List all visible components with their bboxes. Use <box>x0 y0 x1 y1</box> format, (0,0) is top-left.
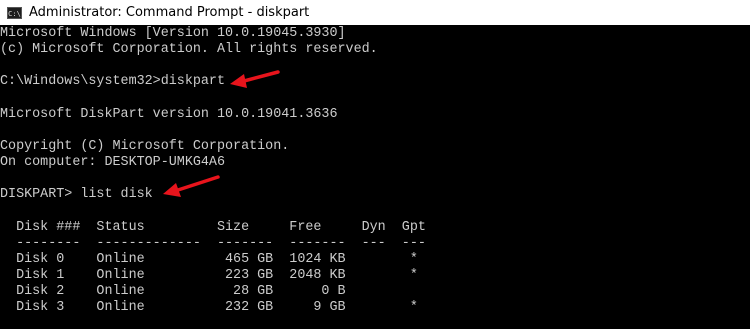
disk-table-row: Disk 2 Online 28 GB 0 B <box>0 284 346 299</box>
console-line-list-disk-command: DISKPART> list disk <box>0 187 153 202</box>
console-line-diskpart-version: Microsoft DiskPart version 10.0.19041.36… <box>0 107 338 122</box>
console-line-ms-copyright: Copyright (C) Microsoft Corporation. <box>0 139 290 154</box>
command-prompt-icon: C:\ <box>7 6 22 19</box>
console-line-version: Microsoft Windows [Version 10.0.19045.39… <box>0 26 346 41</box>
disk-table-separator: -------- ------------- ------- ------- -… <box>0 236 426 251</box>
disk-table-header: Disk ### Status Size Free Dyn Gpt <box>0 220 426 235</box>
window-titlebar[interactable]: C:\ Administrator: Command Prompt - disk… <box>0 0 750 25</box>
console-line-diskpart-command: C:\Windows\system32>diskpart <box>0 74 225 89</box>
disk-table-row: Disk 3 Online 232 GB 9 GB * <box>0 300 418 315</box>
console-output[interactable]: Microsoft Windows [Version 10.0.19045.39… <box>0 25 750 329</box>
disk-table-row: Disk 0 Online 465 GB 1024 KB * <box>0 252 418 267</box>
console-line-computer-name: On computer: DESKTOP-UMKG4A6 <box>0 155 225 170</box>
window-title: Administrator: Command Prompt - diskpart <box>29 5 310 20</box>
console-line-copyright: (c) Microsoft Corporation. All rights re… <box>0 42 378 57</box>
disk-table-row: Disk 1 Online 223 GB 2048 KB * <box>0 268 418 283</box>
